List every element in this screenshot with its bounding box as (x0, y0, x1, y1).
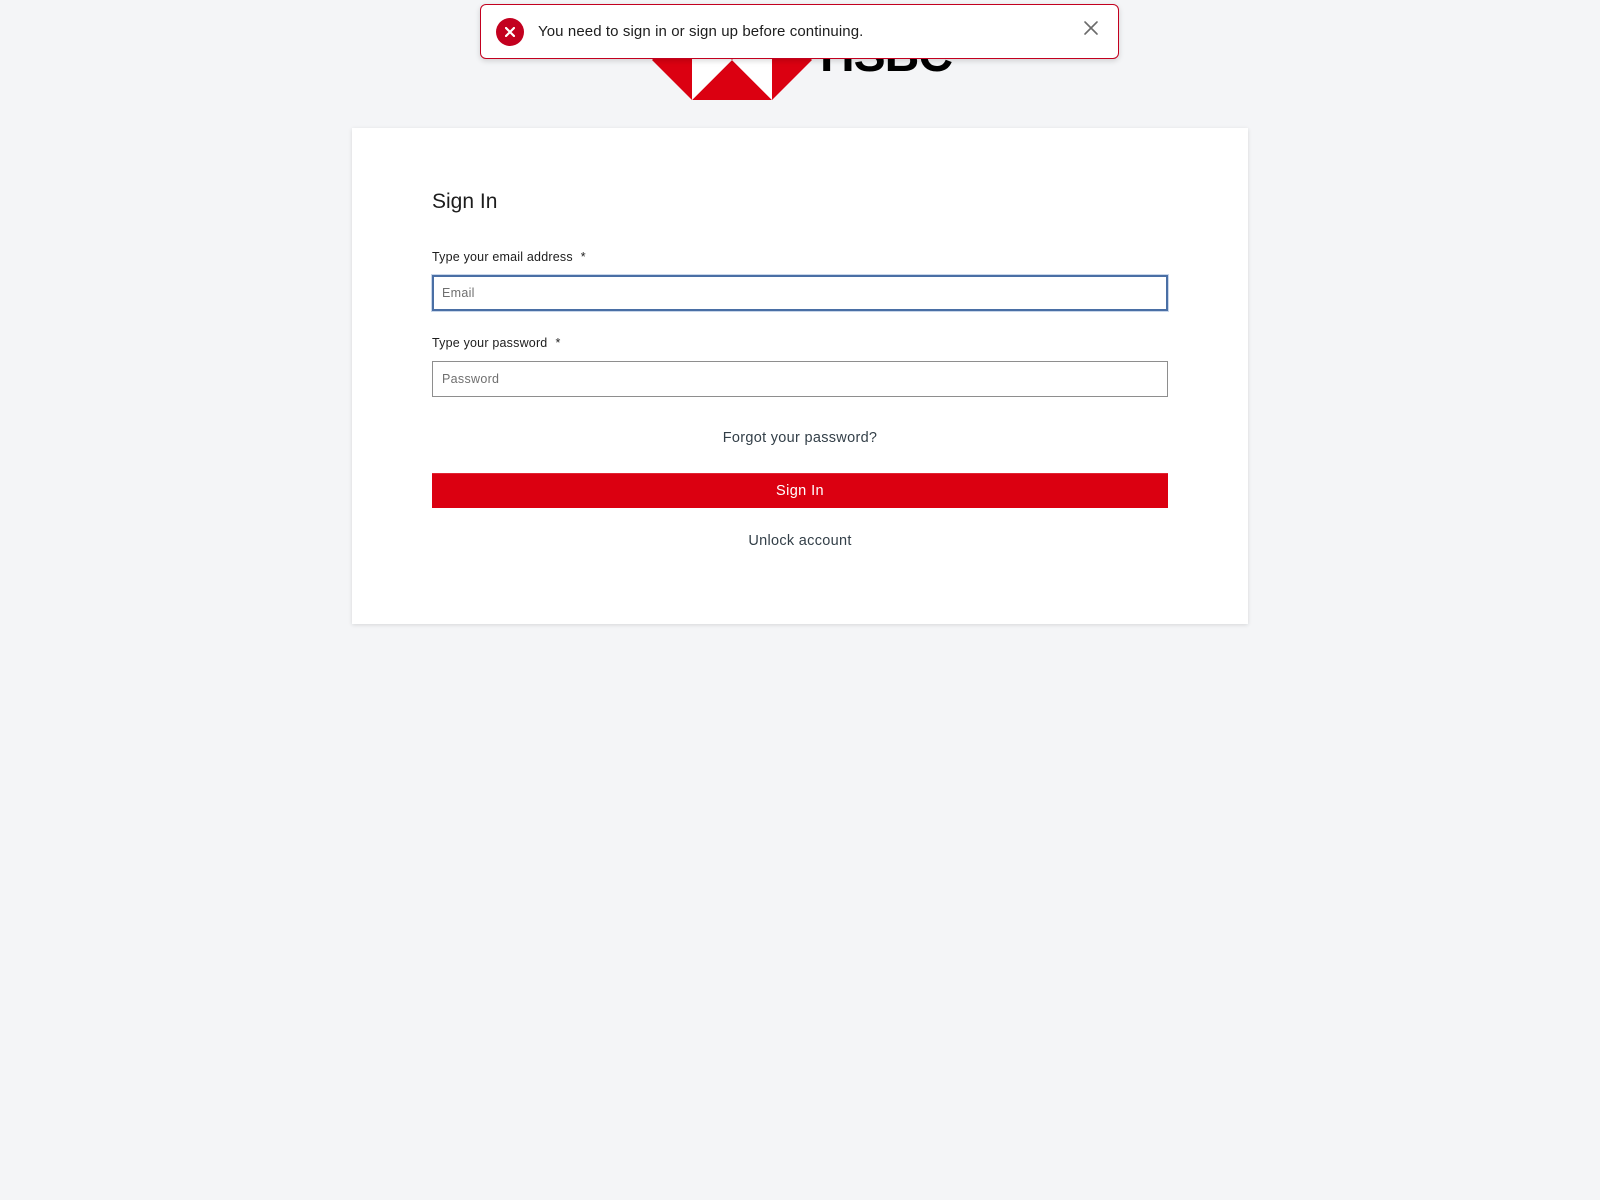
email-label-text: Type your email address (432, 250, 573, 264)
required-marker: * (580, 250, 586, 264)
error-toast: You need to sign in or sign up before co… (480, 4, 1119, 59)
password-label-text: Type your password (432, 336, 548, 350)
required-marker: * (555, 336, 561, 350)
page-title: Sign In (432, 190, 498, 213)
error-circle-icon (496, 17, 524, 46)
password-label: Type your password * (432, 336, 561, 350)
close-toast-button[interactable] (1080, 17, 1102, 39)
forgot-password-link[interactable]: Forgot your password? (432, 430, 1168, 446)
toast-message: You need to sign in or sign up before co… (538, 23, 864, 40)
sign-in-page: HSBC You need to sign in or sign up befo… (0, 0, 1600, 1200)
sign-in-card: Sign In Type your email address * Type yo… (352, 128, 1248, 624)
email-label: Type your email address * (432, 250, 586, 264)
email-input[interactable] (432, 275, 1168, 311)
sign-in-button[interactable]: Sign In (432, 473, 1168, 508)
close-icon (1084, 20, 1098, 35)
password-input[interactable] (432, 361, 1168, 397)
unlock-account-link[interactable]: Unlock account (432, 533, 1168, 549)
